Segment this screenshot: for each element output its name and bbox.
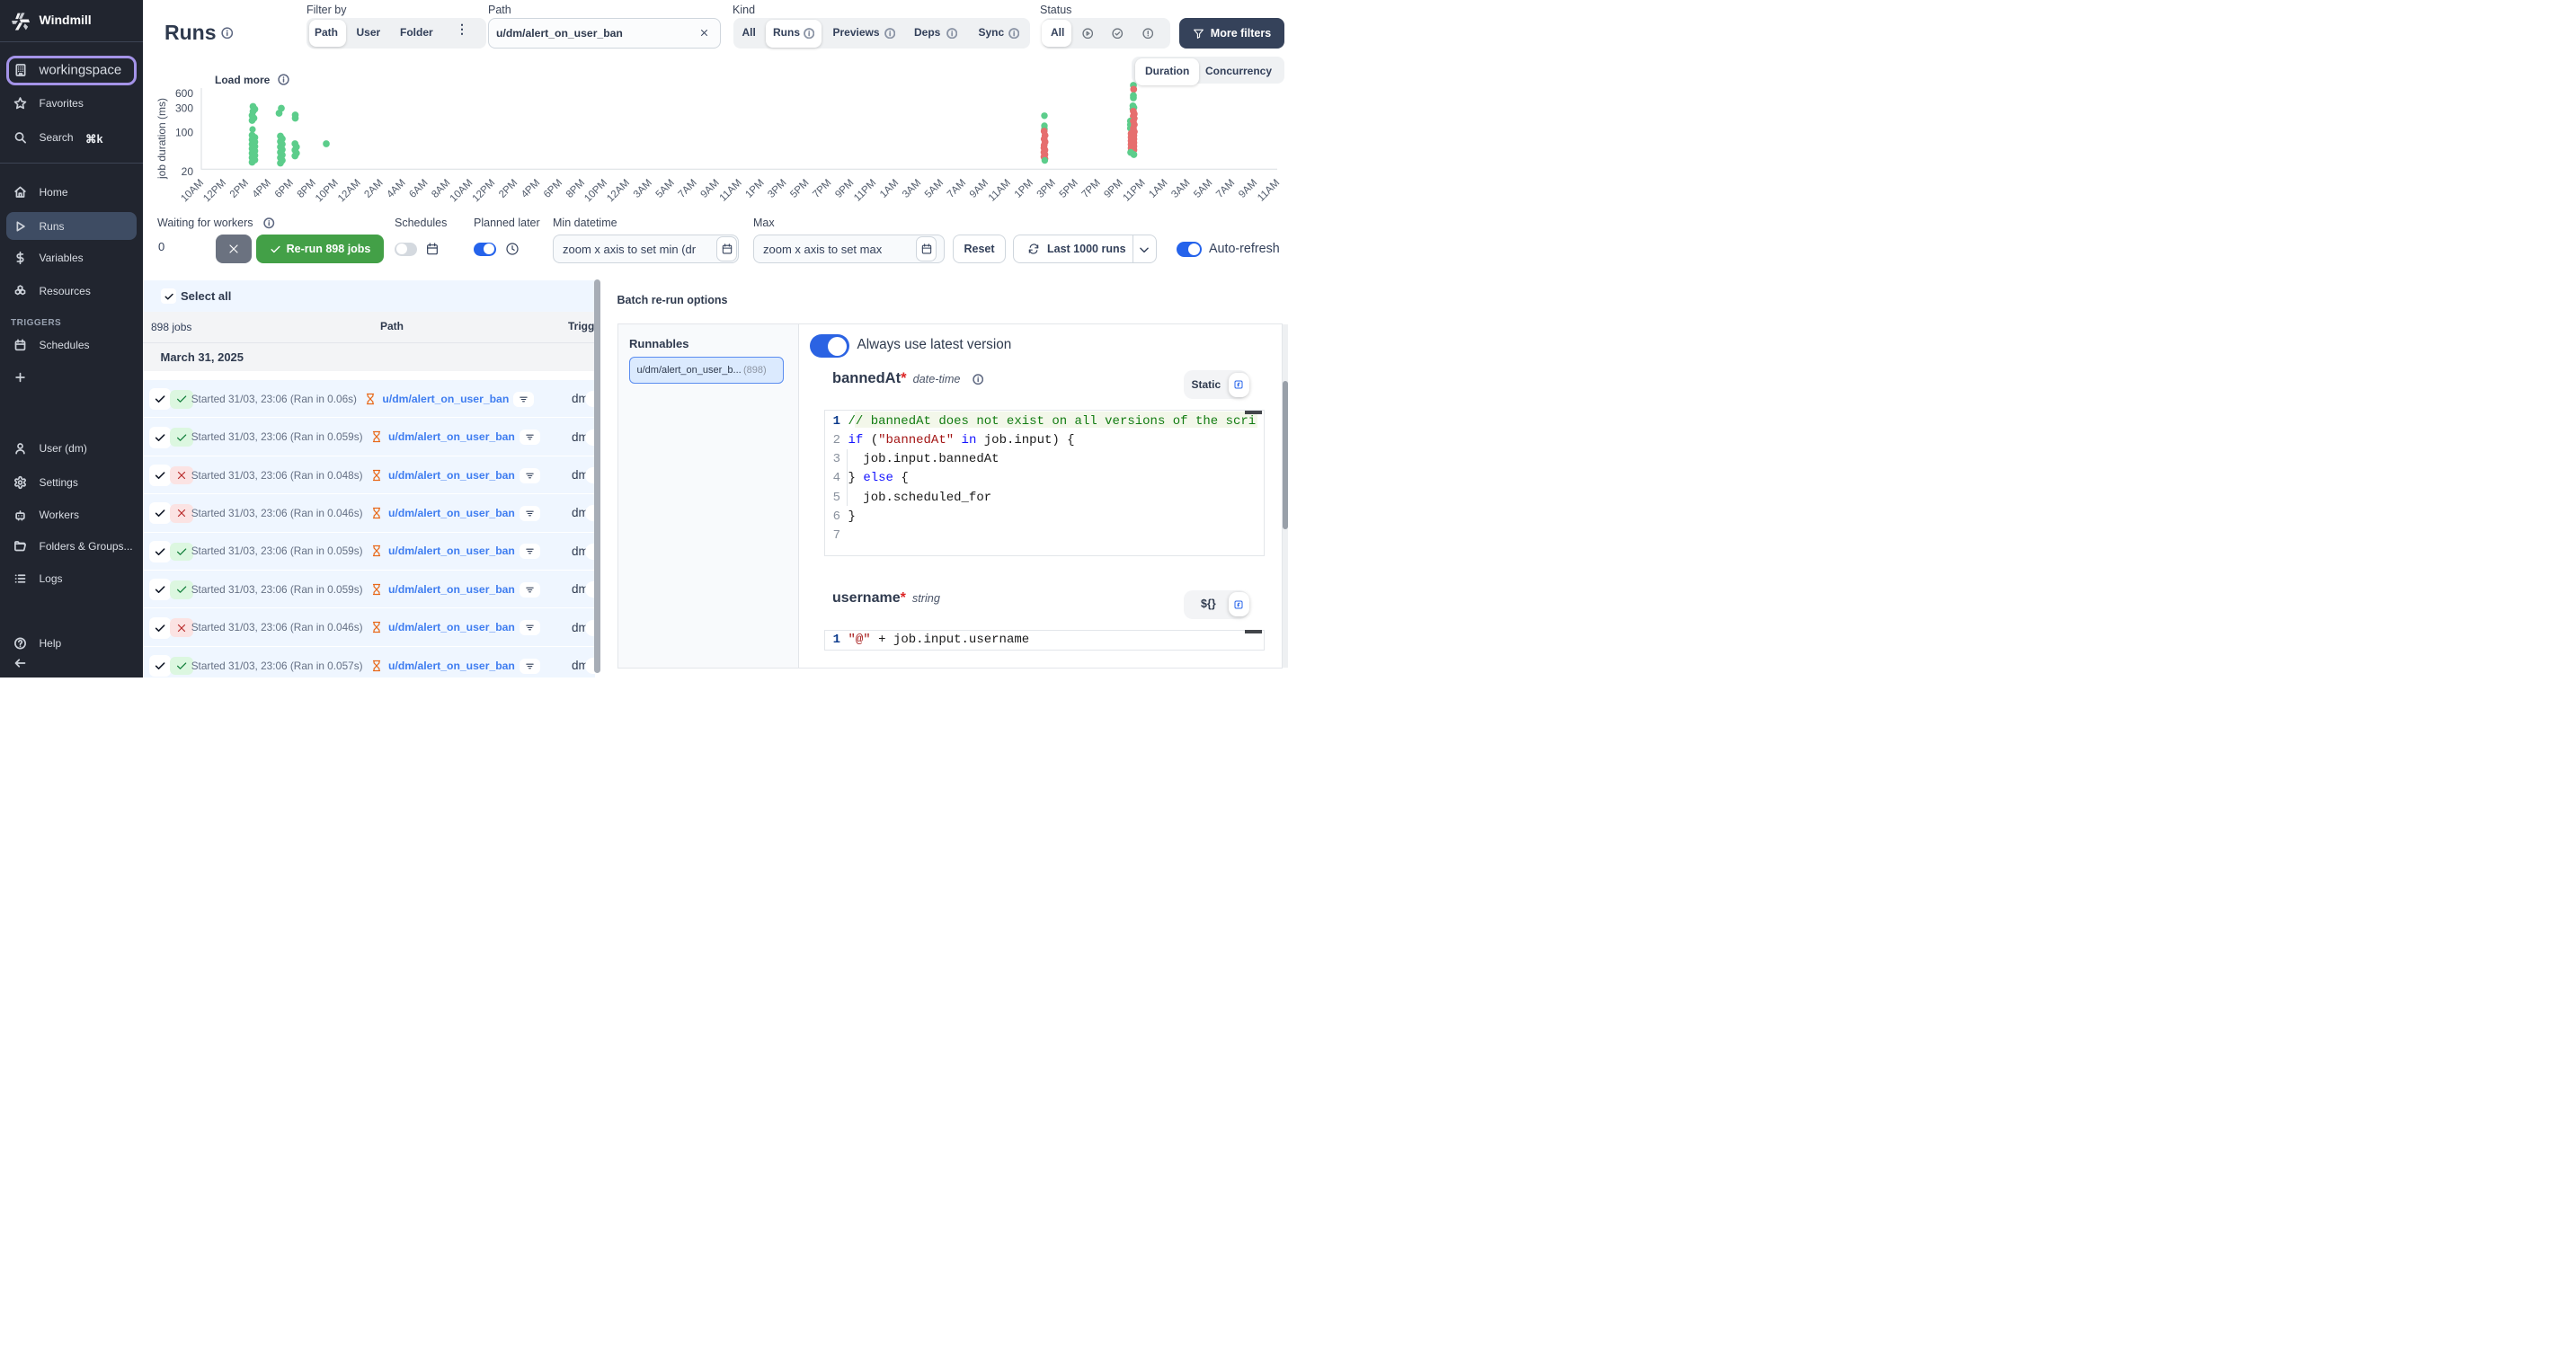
svg-text:10PM: 10PM bbox=[314, 178, 341, 205]
svg-text:7AM: 7AM bbox=[946, 178, 968, 200]
svg-text:3PM: 3PM bbox=[766, 178, 788, 200]
svg-text:600: 600 bbox=[175, 87, 193, 100]
svg-text:11AM: 11AM bbox=[1256, 178, 1282, 204]
svg-text:5PM: 5PM bbox=[788, 178, 811, 200]
svg-text:10PM: 10PM bbox=[582, 178, 609, 205]
svg-text:6AM: 6AM bbox=[407, 178, 430, 200]
svg-text:2PM: 2PM bbox=[497, 178, 520, 200]
svg-text:7PM: 7PM bbox=[1080, 178, 1103, 200]
svg-text:11PM: 11PM bbox=[852, 178, 878, 204]
svg-text:12AM: 12AM bbox=[605, 178, 632, 205]
svg-text:12PM: 12PM bbox=[201, 178, 228, 205]
svg-text:10AM: 10AM bbox=[179, 178, 206, 205]
svg-text:1PM: 1PM bbox=[1013, 178, 1035, 200]
svg-text:7PM: 7PM bbox=[811, 178, 833, 200]
svg-text:7AM: 7AM bbox=[1214, 178, 1237, 200]
svg-text:300: 300 bbox=[175, 102, 193, 114]
svg-text:11PM: 11PM bbox=[1121, 178, 1147, 204]
svg-text:5AM: 5AM bbox=[1192, 178, 1214, 200]
svg-text:12PM: 12PM bbox=[471, 178, 498, 205]
svg-text:2AM: 2AM bbox=[362, 178, 385, 200]
svg-text:7AM: 7AM bbox=[677, 178, 699, 200]
svg-text:4PM: 4PM bbox=[520, 178, 542, 200]
svg-text:6PM: 6PM bbox=[542, 178, 564, 200]
svg-text:5AM: 5AM bbox=[923, 178, 946, 200]
svg-text:12AM: 12AM bbox=[336, 178, 363, 205]
svg-text:11AM: 11AM bbox=[987, 178, 1013, 204]
svg-text:2PM: 2PM bbox=[228, 178, 251, 200]
svg-text:1PM: 1PM bbox=[743, 178, 766, 200]
svg-text:11AM: 11AM bbox=[718, 178, 744, 204]
svg-text:1AM: 1AM bbox=[1147, 178, 1169, 200]
svg-text:4PM: 4PM bbox=[251, 178, 273, 200]
svg-text:5PM: 5PM bbox=[1058, 178, 1080, 200]
svg-text:5AM: 5AM bbox=[654, 178, 677, 200]
svg-text:6PM: 6PM bbox=[273, 178, 296, 200]
svg-text:1AM: 1AM bbox=[878, 178, 901, 200]
svg-text:3AM: 3AM bbox=[901, 178, 923, 200]
svg-text:10AM: 10AM bbox=[449, 178, 475, 205]
svg-text:3PM: 3PM bbox=[1035, 178, 1058, 200]
svg-text:20: 20 bbox=[182, 165, 194, 178]
svg-text:4AM: 4AM bbox=[385, 178, 407, 200]
svg-text:100: 100 bbox=[175, 127, 193, 139]
svg-text:3AM: 3AM bbox=[1169, 178, 1192, 200]
svg-text:3AM: 3AM bbox=[632, 178, 654, 200]
